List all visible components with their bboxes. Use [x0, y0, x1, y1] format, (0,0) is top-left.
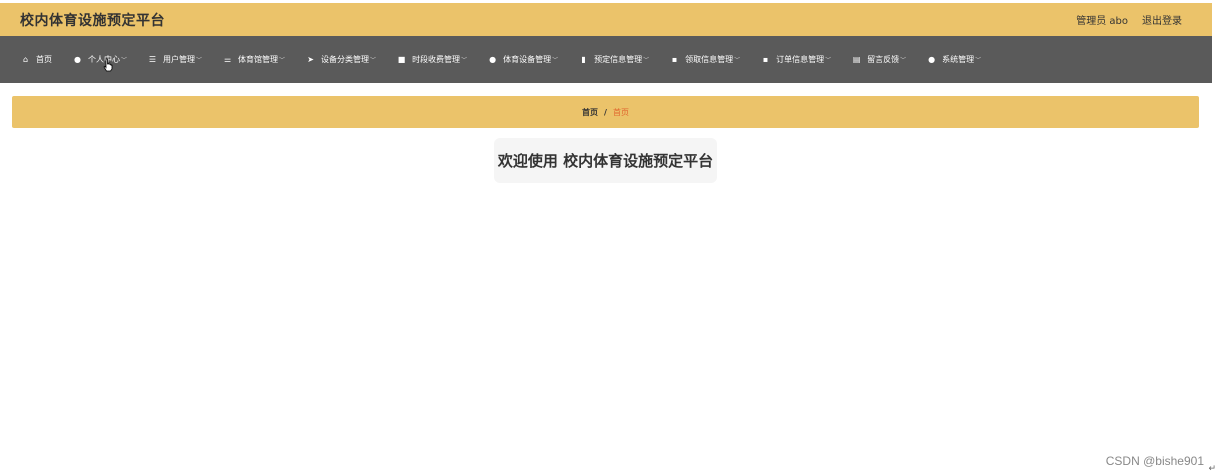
admin-user-label: 管理员 abo — [1076, 16, 1128, 27]
map-pin-icon: ● — [489, 55, 497, 64]
return-arrow-icon: ↵ — [1208, 464, 1216, 474]
nav-item-label: 首页 — [36, 55, 52, 64]
welcome-banner: 欢迎使用 校内体育设施预定平台 — [494, 138, 717, 183]
home-icon: ⌂ — [22, 55, 29, 64]
sliders-icon: ⚌ — [223, 55, 232, 64]
nav-item-label: 设备分类管理 — [321, 55, 370, 64]
nav-item-label: 订单信息管理 — [776, 55, 825, 64]
nav-item-label: 体育馆管理 — [238, 55, 279, 64]
nav-item-home[interactable]: ⌂ 首页 — [10, 36, 62, 83]
chevron-down-icon: ﹀ — [370, 57, 377, 64]
chevron-down-icon: ﹀ — [900, 57, 907, 64]
list-icon: ☰ — [148, 55, 157, 64]
nav-item-system-management[interactable]: ● 系统管理 ﹀ — [916, 36, 991, 83]
logout-link[interactable]: 退出登录 — [1142, 12, 1182, 27]
nav-item-label: 系统管理 — [942, 55, 975, 64]
main-nav: ⌂ 首页 ● 个人中心 ﹀ ☰ 用户管理 ﹀ ⚌ 体育馆管理 ﹀ ➤ 设备分类管… — [0, 36, 1212, 83]
nav-item-gym-management[interactable]: ⚌ 体育馆管理 ﹀ — [212, 36, 295, 83]
nav-item-equipment-category[interactable]: ➤ 设备分类管理 ﹀ — [295, 36, 386, 83]
nav-item-label: 体育设备管理 — [503, 55, 552, 64]
chevron-down-icon: ﹀ — [643, 57, 650, 64]
nav-item-label: 时段收费管理 — [412, 55, 461, 64]
nav-item-booking-info[interactable]: ▮ 预定信息管理 ﹀ — [568, 36, 659, 83]
app-title: 校内体育设施预定平台 — [20, 12, 165, 29]
hand-cursor-icon — [103, 58, 113, 72]
user-icon: ● — [928, 55, 936, 64]
chevron-down-icon: ﹀ — [279, 57, 286, 64]
breadcrumb: 首页 / 首页 — [12, 96, 1199, 128]
chevron-down-icon: ﹀ — [196, 57, 203, 64]
send-icon: ➤ — [307, 55, 314, 64]
chevron-down-icon: ﹀ — [975, 57, 982, 64]
nav-item-label: 留言反馈 — [867, 55, 900, 64]
breadcrumb-home[interactable]: 首页 — [582, 107, 598, 118]
watermark: CSDN @bishe901 — [1105, 454, 1204, 468]
film-icon: ■ — [397, 55, 406, 64]
grid-icon: ▪ — [671, 55, 678, 64]
chevron-down-icon: ﹀ — [121, 57, 128, 64]
nav-item-label: 预定信息管理 — [594, 55, 643, 64]
nav-item-user-management[interactable]: ☰ 用户管理 ﹀ — [137, 36, 212, 83]
nav-item-order-info[interactable]: ▪ 订单信息管理 ﹀ — [750, 36, 841, 83]
nav-item-personal-center[interactable]: ● 个人中心 ﹀ — [62, 36, 137, 83]
chevron-down-icon: ﹀ — [825, 57, 832, 64]
grid-icon: ▪ — [762, 55, 769, 64]
chevron-down-icon: ﹀ — [461, 57, 468, 64]
chevron-down-icon: ﹀ — [734, 57, 741, 64]
user-icon: ● — [74, 55, 81, 64]
clipboard-icon: ▤ — [852, 55, 861, 64]
header-user-area: 管理员 abo 退出登录 — [1076, 12, 1182, 27]
page: 校内体育设施预定平台 管理员 abo 退出登录 ⌂ 首页 ● 个人中心 ﹀ ☰ … — [0, 0, 1219, 476]
breadcrumb-separator: / — [604, 107, 607, 117]
chevron-down-icon: ﹀ — [552, 57, 559, 64]
top-header: 校内体育设施预定平台 管理员 abo 退出登录 — [0, 3, 1212, 36]
bar-chart-icon: ▮ — [581, 55, 586, 64]
nav-item-time-slot-fees[interactable]: ■ 时段收费管理 ﹀ — [386, 36, 477, 83]
nav-item-label: 领取信息管理 — [685, 55, 734, 64]
nav-item-label: 用户管理 — [163, 55, 196, 64]
breadcrumb-current: 首页 — [612, 107, 629, 117]
nav-item-feedback[interactable]: ▤ 留言反馈 ﹀ — [841, 36, 916, 83]
nav-item-pickup-info[interactable]: ▪ 领取信息管理 ﹀ — [659, 36, 750, 83]
nav-item-sports-equipment[interactable]: ● 体育设备管理 ﹀ — [477, 36, 568, 83]
